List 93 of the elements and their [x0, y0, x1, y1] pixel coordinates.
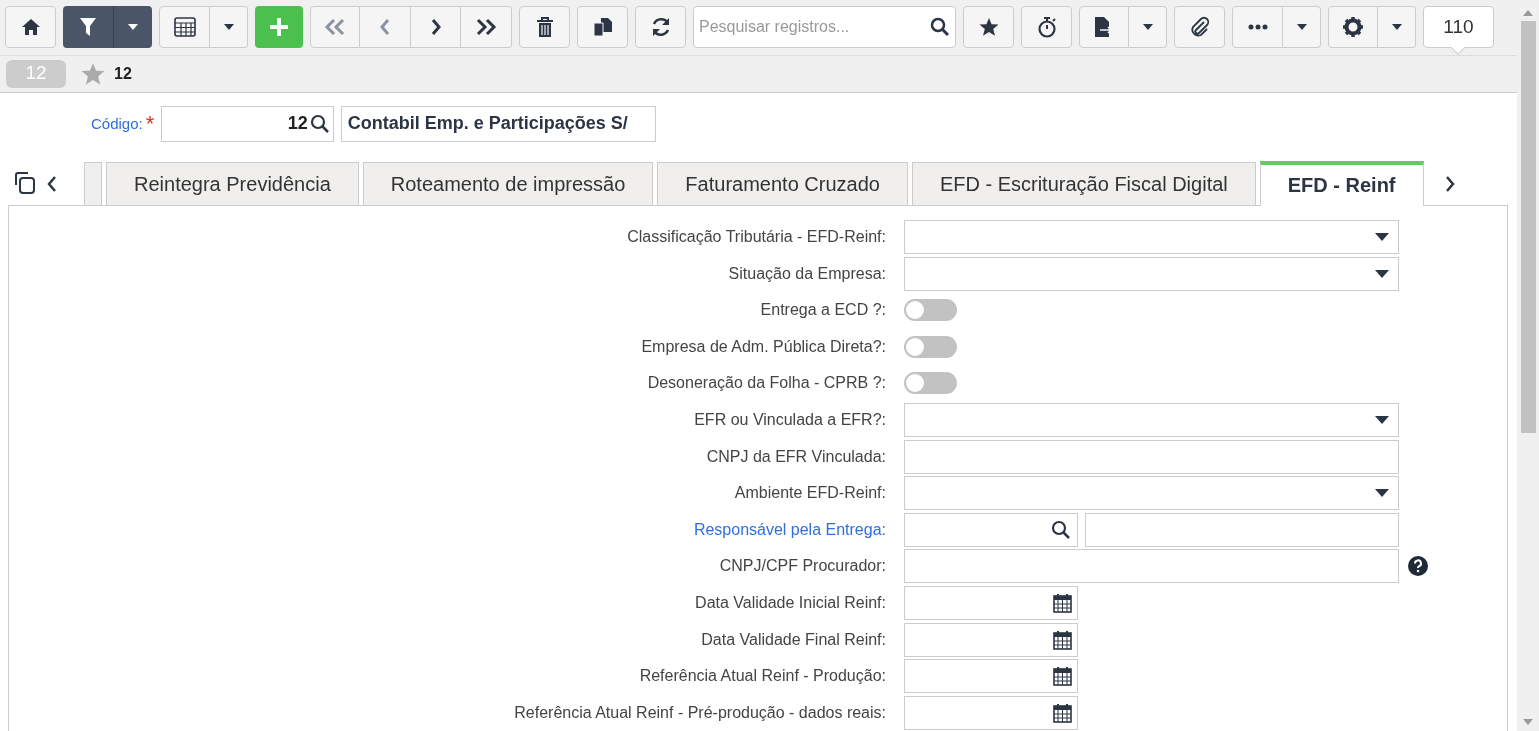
- home-icon: [20, 18, 41, 37]
- lookup-field[interactable]: [904, 512, 1078, 547]
- dropdown-field[interactable]: [904, 220, 1399, 254]
- calendar-icon: [1053, 702, 1072, 723]
- date-field[interactable]: [904, 695, 1078, 730]
- settings-button[interactable]: [1328, 6, 1378, 49]
- timer-button[interactable]: [1021, 6, 1072, 49]
- double-chevron-left-icon: [324, 18, 346, 37]
- caret-icon: [1375, 489, 1389, 498]
- dropdown-field[interactable]: [904, 476, 1399, 511]
- search-field[interactable]: Pesquisar registros...: [693, 6, 956, 49]
- caret-icon: [128, 24, 138, 31]
- plus-icon: [269, 17, 289, 38]
- toggle-switch[interactable]: [904, 335, 957, 358]
- caret-icon: [1375, 415, 1389, 424]
- field-label: Empresa de Adm. Pública Direta?:: [640, 336, 887, 357]
- attachment-button[interactable]: [1174, 6, 1225, 49]
- date-field[interactable]: [904, 585, 1078, 620]
- dropdown-field[interactable]: [904, 402, 1399, 437]
- code-label[interactable]: Código:: [91, 112, 143, 136]
- date-field[interactable]: [904, 622, 1078, 657]
- caret-icon: [223, 24, 234, 31]
- search-icon: [930, 17, 950, 38]
- table-icon: [173, 17, 196, 38]
- star-icon: [978, 17, 999, 38]
- field-label: CNPJ/CPF Procurador:: [718, 556, 887, 577]
- double-chevron-right-icon: [475, 18, 497, 37]
- company-name-field[interactable]: Contabil Emp. e Participações S/: [340, 105, 656, 142]
- calendar-icon: [1053, 666, 1072, 687]
- trash-icon: [535, 16, 554, 38]
- favorite-button[interactable]: [963, 6, 1014, 49]
- field-label: EFR ou Vinculada a EFR?:: [693, 409, 887, 430]
- tab[interactable]: Reintegra Previdência: [106, 161, 359, 205]
- field-label[interactable]: Responsável pela Entrega:: [9, 517, 904, 542]
- field-label: Ambiente EFD-Reinf:: [733, 483, 887, 504]
- input-field[interactable]: [1085, 512, 1399, 547]
- copy-button[interactable]: [577, 6, 628, 49]
- chevron-left-icon: [379, 18, 391, 37]
- field-label: Data Validade Final Reinf:: [700, 629, 887, 650]
- field-label: Situação da Empresa:: [727, 263, 887, 284]
- tab[interactable]: EFD - Escrituração Fiscal Digital: [911, 161, 1256, 205]
- filter-dropdown-button[interactable]: [113, 6, 152, 49]
- tab[interactable]: Faturamento Cruzado: [657, 161, 908, 205]
- help-icon[interactable]: [1408, 556, 1428, 577]
- caret-icon: [1296, 24, 1307, 31]
- last-button[interactable]: [461, 6, 512, 49]
- record-title: 12: [114, 63, 132, 84]
- next-button[interactable]: [411, 6, 461, 49]
- code-field[interactable]: 12: [160, 105, 334, 142]
- search-icon: [1051, 519, 1071, 540]
- calendar-icon: [1053, 629, 1072, 650]
- date-field[interactable]: [904, 659, 1078, 694]
- first-button[interactable]: [310, 6, 360, 49]
- copy-icon: [592, 17, 613, 38]
- caret-icon: [1375, 233, 1389, 241]
- caret-icon: [1142, 24, 1153, 31]
- filter-icon: [79, 17, 97, 38]
- tab[interactable]: EFD - Reinf: [1259, 160, 1424, 206]
- input-field[interactable]: [904, 439, 1399, 474]
- record-count: 110: [1423, 6, 1494, 49]
- field-label: Data Validade Inicial Reinf:: [694, 592, 887, 613]
- tab[interactable]: Roteamento de impressão: [362, 161, 654, 205]
- field-label: Classificação Tributária - EFD-Reinf:: [626, 227, 887, 247]
- paperclip-icon: [1188, 16, 1211, 39]
- chevron-right-icon: [429, 18, 442, 37]
- home-button[interactable]: [5, 6, 56, 49]
- settings-icon: [1343, 17, 1363, 38]
- search-icon: [309, 113, 330, 134]
- input-field[interactable]: [904, 549, 1399, 584]
- stopwatch-icon: [1036, 16, 1057, 39]
- grid-button[interactable]: [159, 6, 210, 49]
- required-icon: *: [145, 116, 158, 131]
- field-label: CNPJ da EFR Vinculada:: [705, 446, 887, 467]
- toggle-switch[interactable]: [904, 299, 957, 322]
- window-restore-icon[interactable]: [12, 170, 36, 195]
- caret-icon: [1375, 269, 1389, 278]
- chevron-left-icon[interactable]: [46, 174, 58, 193]
- caret-icon: [1391, 24, 1402, 31]
- delete-button[interactable]: [519, 6, 570, 49]
- field-label: Referência Atual Reinf - Produção:: [638, 666, 887, 687]
- star-icon[interactable]: [81, 61, 105, 86]
- refresh-button[interactable]: [635, 6, 686, 49]
- export-button[interactable]: [1079, 6, 1129, 49]
- chevron-right-icon[interactable]: [1443, 174, 1456, 193]
- calendar-icon: [1053, 592, 1072, 613]
- field-label: Desoneração da Folha - CPRB ?:: [646, 373, 887, 394]
- toggle-switch[interactable]: [904, 372, 957, 395]
- more-button[interactable]: [1232, 6, 1283, 49]
- dropdown-field[interactable]: [904, 256, 1399, 291]
- field-label: Referência Atual Reinf - Pré-produção - dados reais:: [513, 702, 887, 723]
- filter-button[interactable]: [63, 6, 113, 49]
- ellipsis-icon: [1247, 24, 1268, 31]
- field-label: Entrega a ECD ?:: [759, 300, 887, 321]
